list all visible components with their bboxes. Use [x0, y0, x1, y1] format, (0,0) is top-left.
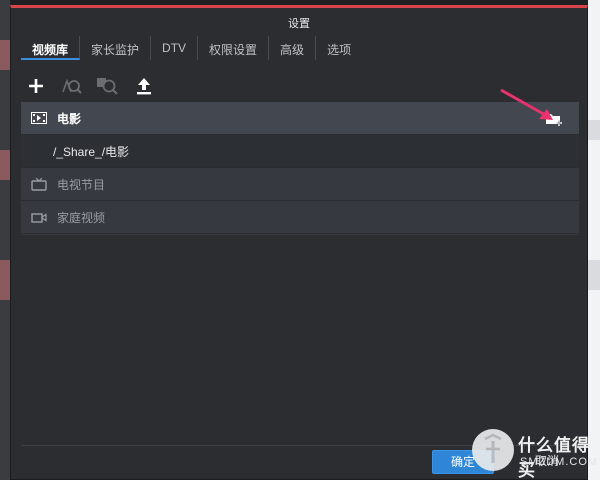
library-folder-path[interactable]: /_Share_/电影: [21, 135, 579, 168]
tab-advanced[interactable]: 高级: [269, 36, 317, 60]
library-row-label: 电影: [57, 111, 82, 126]
library-row-home-videos[interactable]: 家庭视频: [21, 201, 579, 234]
background-app-left: [0, 0, 10, 480]
watermark-en: SMZDM.COM: [520, 456, 599, 468]
library-row-movies[interactable]: 电影: [21, 102, 579, 135]
annotation-arrow: [500, 88, 553, 120]
tv-icon: [31, 177, 49, 191]
library-row-label: 电视节目: [57, 177, 106, 192]
dialog-title: 设置: [288, 18, 310, 30]
background-stripe: [588, 120, 600, 140]
plus-icon[interactable]: [23, 73, 49, 99]
tab-video-library[interactable]: 视频库: [21, 36, 81, 60]
library-toolbar: [23, 72, 157, 100]
folder-path-label: /_Share_/电影: [53, 144, 130, 159]
watermark-logo: [472, 429, 514, 471]
settings-dialog: 设置 视频库 家长监护 DTV 权限设置 高级 选项 电影 /_Share_/电…: [10, 5, 588, 480]
film-icon: [31, 111, 49, 125]
tab-permissions[interactable]: 权限设置: [198, 36, 270, 60]
background-app-right: [588, 0, 600, 480]
library-list: 电影 /_Share_/电影 电视节目 家庭视频: [21, 102, 579, 235]
search-library-icon[interactable]: [95, 73, 121, 99]
library-row-tv-shows[interactable]: 电视节目: [21, 168, 579, 201]
search-edit-icon[interactable]: [59, 73, 85, 99]
library-row-label: 家庭视频: [57, 210, 106, 225]
background-stripe: [0, 150, 10, 180]
video-camera-icon: [31, 210, 49, 224]
upload-icon[interactable]: [131, 73, 157, 99]
background-stripe: [588, 260, 600, 290]
tab-parental-control[interactable]: 家长监护: [80, 36, 152, 60]
tab-dtv[interactable]: DTV: [151, 36, 199, 60]
background-stripe: [0, 40, 10, 70]
tab-bar: 视频库 家长监护 DTV 权限设置 高级 选项: [21, 36, 362, 60]
background-stripe: [0, 260, 10, 300]
watermark: 什么值得买 SMZDM.COM: [470, 425, 600, 480]
tab-options[interactable]: 选项: [316, 36, 362, 60]
